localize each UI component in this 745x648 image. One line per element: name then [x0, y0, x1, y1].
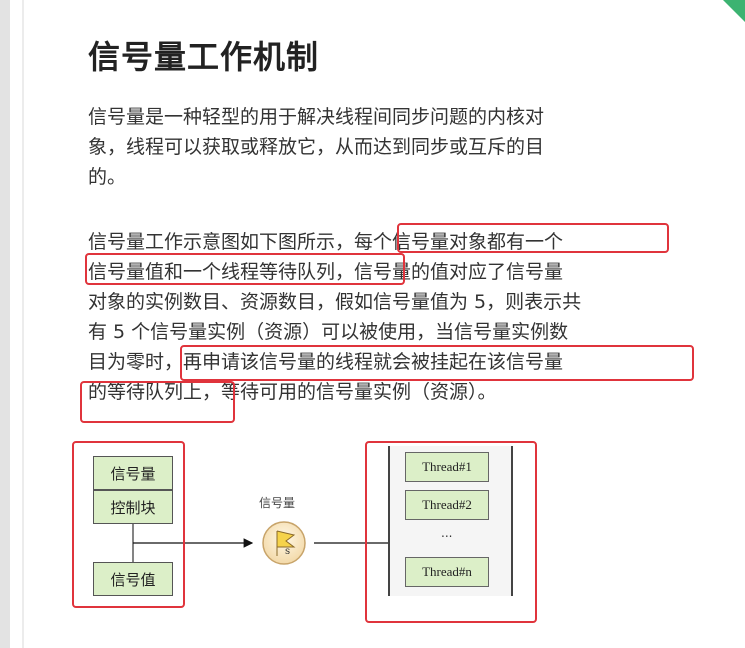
semaphore-icon-letter: s — [285, 546, 291, 557]
semaphore-caption: 信号量 — [259, 496, 296, 510]
highlight-box — [72, 441, 185, 608]
highlight-box — [365, 441, 537, 623]
